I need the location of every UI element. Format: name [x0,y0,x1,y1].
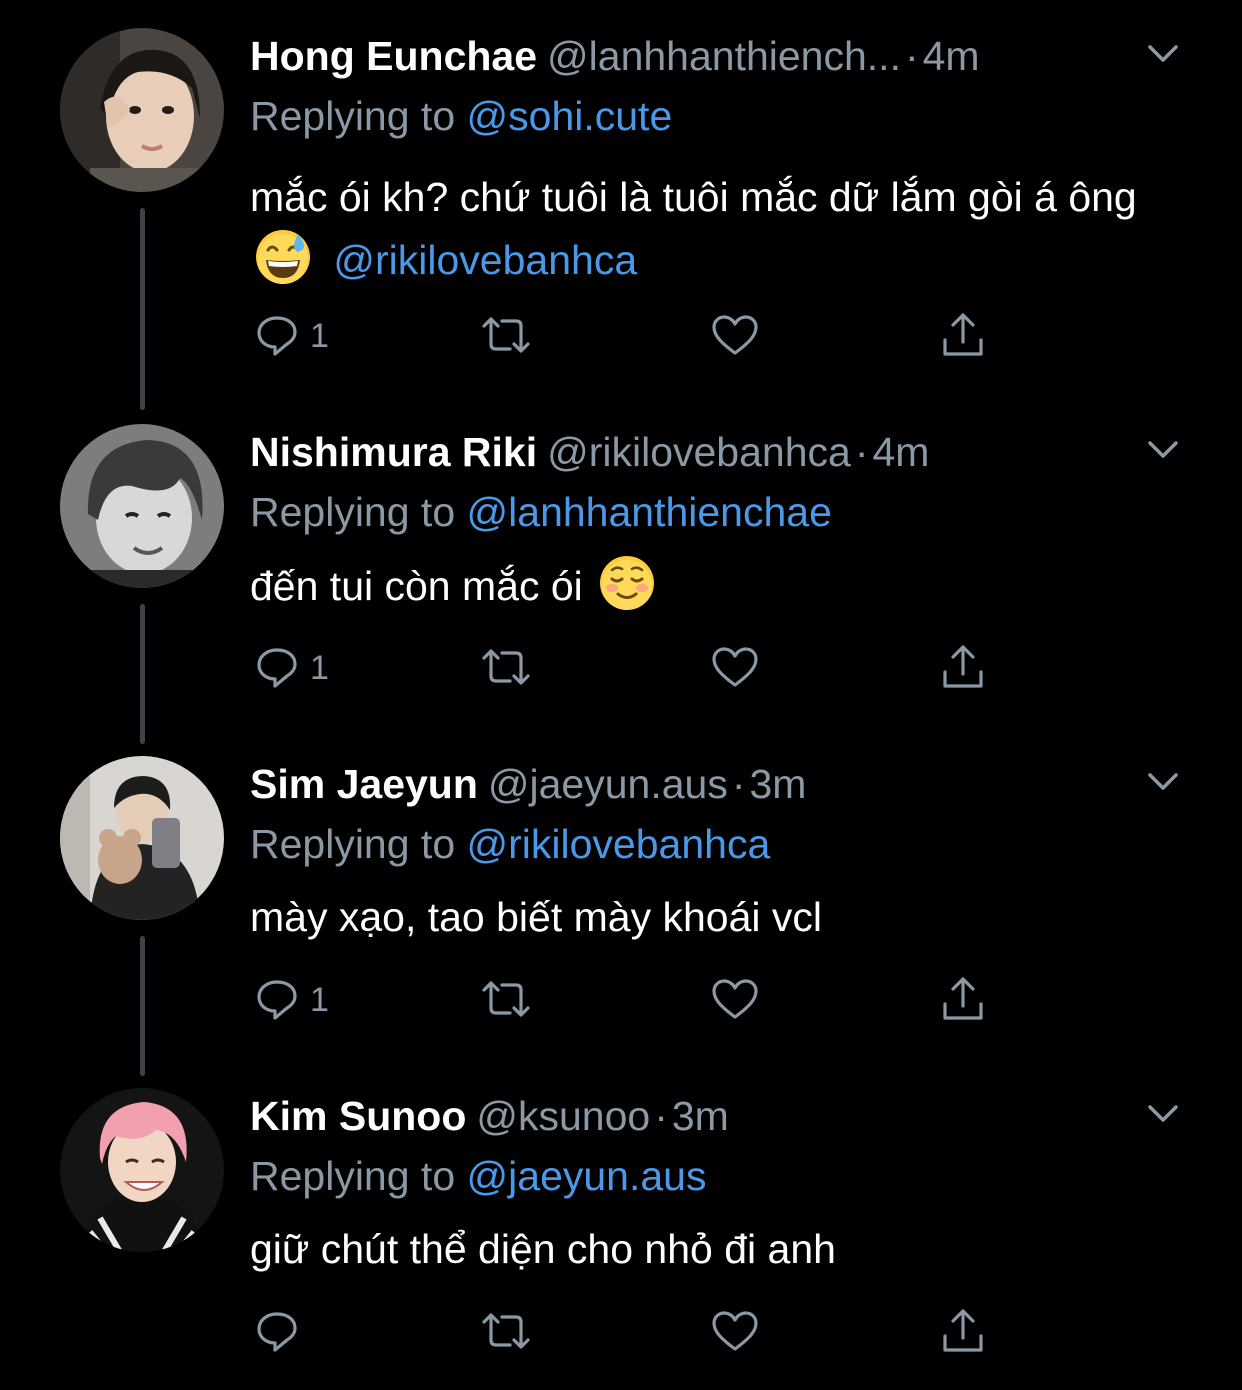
tweet-header: Sim Jaeyun @jaeyun.aus·3m [250,760,1150,808]
replying-to-mention[interactable]: @jaeyun.aus [467,1153,707,1199]
chevron-down-icon[interactable] [1146,770,1180,794]
retweet-button[interactable] [478,310,534,360]
retweet-icon [478,976,534,1022]
user-handle[interactable]: @jaeyun.aus [488,761,728,807]
share-icon [938,1306,988,1356]
tweet-text-content: mày xạo, tao biết mày khoái vcl [250,894,822,940]
retweet-button[interactable] [478,974,534,1024]
avatar[interactable] [60,28,224,192]
tweet-text: mắc ói kh? chứ tuôi là tuôi mắc dữ lắm g… [250,166,1190,291]
reply-count: 1 [310,316,329,355]
tweet-header: Kim Sunoo @ksunoo·3m [250,1092,1150,1140]
share-icon [938,974,988,1024]
tweet-actions: 1 [250,310,1010,370]
retweet-button[interactable] [478,642,534,692]
separator-dot: · [854,429,869,475]
heart-icon [710,312,760,358]
display-name[interactable]: Hong Eunchae [250,33,537,79]
replying-to: Replying to @jaeyun.aus [250,1152,706,1200]
display-name[interactable]: Kim Sunoo [250,1093,466,1139]
tweet-header: Hong Eunchae @lanhhanthiench...·4m [250,32,1150,80]
replying-to-mention[interactable]: @sohi.cute [467,93,673,139]
share-button[interactable] [938,310,988,360]
tweet-header: Nishimura Riki @rikilovebanhca·4m [250,428,1150,476]
avatar[interactable] [60,1088,224,1252]
user-handle[interactable]: @lanhhanthiench... [547,33,901,79]
chevron-down-icon[interactable] [1146,1102,1180,1126]
reply-icon [254,312,300,358]
grinning-face-with-sweat-icon [254,228,312,286]
separator-dot: · [904,33,919,79]
thread-line [140,936,145,1076]
user-handle[interactable]: @ksunoo [476,1093,650,1139]
user-handle[interactable]: @rikilovebanhca [547,429,851,475]
smiling-face-icon [598,554,656,612]
tweet-actions: 1 [250,642,1010,702]
like-button[interactable] [710,974,760,1024]
like-button[interactable] [710,1306,760,1356]
tweet-text-mention[interactable]: @rikilovebanhca [333,237,637,283]
chevron-down-icon[interactable] [1146,42,1180,66]
replying-to: Replying to @rikilovebanhca [250,820,770,868]
tweet-text: đến tui còn mắc ói [250,554,1190,617]
separator-dot: · [731,761,746,807]
tweet-text-content: mắc ói kh? chứ tuôi là tuôi mắc dữ lắm g… [250,174,1137,220]
retweet-icon [478,644,534,690]
tweet-text-content: giữ chút thể diện cho nhỏ đi anh [250,1226,836,1272]
tweet-actions [250,1306,1010,1366]
heart-icon [710,1308,760,1354]
replying-to: Replying to @lanhhanthienchae [250,488,832,536]
timestamp[interactable]: 4m [923,33,980,79]
reply-icon [254,644,300,690]
reply-button[interactable]: 1 [254,310,329,360]
separator-dot: · [654,1093,668,1139]
heart-icon [710,976,760,1022]
retweet-button[interactable] [478,1306,534,1356]
thread-line [140,604,145,744]
share-icon [938,310,988,360]
timestamp[interactable]: 3m [749,761,806,807]
tweet-actions: 1 [250,974,1010,1034]
replying-to-label: Replying to [250,489,456,535]
avatar[interactable] [60,424,224,588]
reply-icon [254,1308,300,1354]
chevron-down-icon[interactable] [1146,438,1180,462]
avatar[interactable] [60,756,224,920]
replying-to-mention[interactable]: @lanhhanthienchae [467,489,832,535]
like-button[interactable] [710,310,760,360]
heart-icon [710,644,760,690]
display-name[interactable]: Sim Jaeyun [250,761,478,807]
retweet-icon [478,1308,534,1354]
retweet-icon [478,312,534,358]
tweet-text: giữ chút thể diện cho nhỏ đi anh [250,1218,1190,1280]
reply-button[interactable]: 1 [254,642,329,692]
display-name[interactable]: Nishimura Riki [250,429,537,475]
tweet-text-content: đến tui còn mắc ói [250,563,583,609]
replying-to-label: Replying to [250,1153,456,1199]
thread-line [140,208,145,410]
reply-count: 1 [310,980,329,1019]
replying-to-mention[interactable]: @rikilovebanhca [467,821,771,867]
timestamp[interactable]: 4m [872,429,929,475]
reply-count: 1 [310,648,329,687]
tweet-text: mày xạo, tao biết mày khoái vcl [250,886,1190,948]
share-button[interactable] [938,974,988,1024]
timestamp[interactable]: 3m [672,1093,729,1139]
share-button[interactable] [938,1306,988,1356]
share-button[interactable] [938,642,988,692]
replying-to-label: Replying to [250,821,456,867]
reply-icon [254,976,300,1022]
replying-to-label: Replying to [250,93,456,139]
replying-to: Replying to @sohi.cute [250,92,672,140]
reply-button[interactable]: 1 [254,974,329,1024]
share-icon [938,642,988,692]
like-button[interactable] [710,642,760,692]
reply-button[interactable] [254,1306,310,1356]
